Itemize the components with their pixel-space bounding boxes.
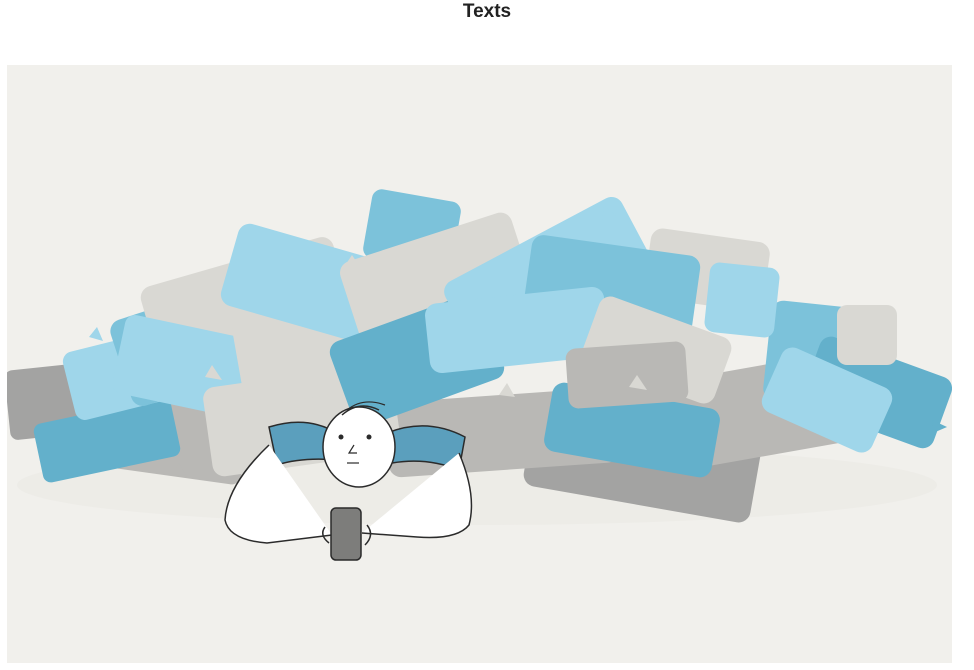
page: Texts: [0, 0, 974, 670]
bubble: [837, 305, 897, 365]
right-eye: [366, 434, 372, 440]
bubble: [565, 341, 689, 409]
message-bubbles-illustration: [7, 65, 952, 663]
head: [322, 406, 396, 488]
illustration: [7, 65, 952, 663]
phone: [330, 507, 362, 561]
left-eye: [338, 434, 344, 440]
bubble: [704, 262, 780, 338]
page-title: Texts: [462, 1, 512, 22]
